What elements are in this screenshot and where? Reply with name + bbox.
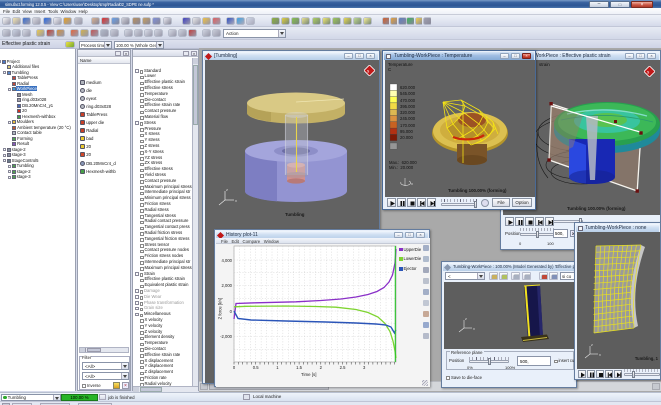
svg-text:x: x [599,353,601,357]
svg-text:z: z [226,187,228,192]
svg-text:z: z [591,343,593,347]
svg-text:x: x [473,327,475,331]
svg-text:x: x [235,198,237,203]
svg-text:x: x [411,181,413,186]
svg-text:z: z [465,317,467,321]
